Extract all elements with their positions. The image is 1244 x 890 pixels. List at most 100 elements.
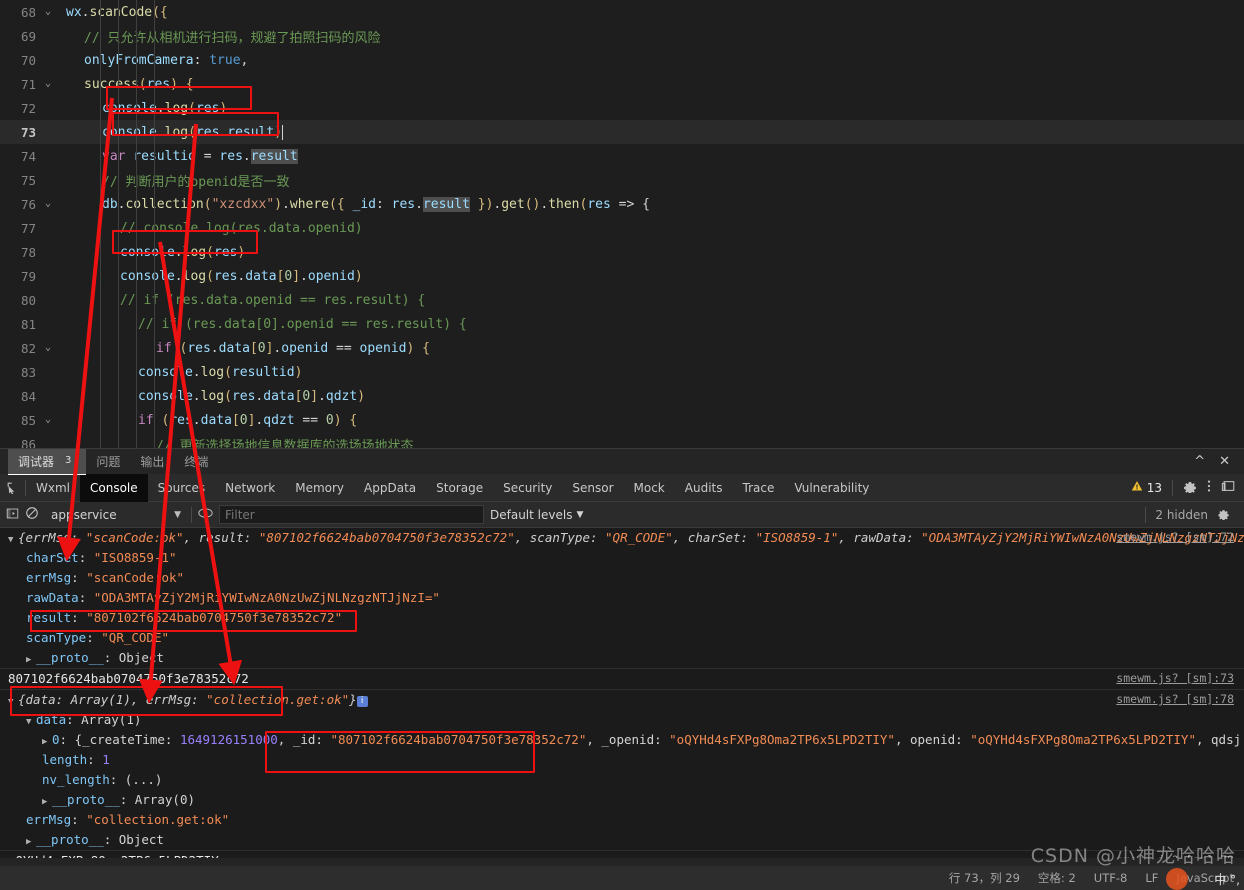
code-line-85[interactable]: 85 ⌄ if (res.data[0].qdzt == 0) { xyxy=(0,408,1244,432)
hidden-count-label: 2 hidden xyxy=(1155,507,1208,522)
devtools-tab-audits[interactable]: Audits xyxy=(675,474,733,502)
disclosure-triangle-icon[interactable]: ▼ xyxy=(8,692,18,712)
token: ) xyxy=(357,388,366,404)
code-line-77[interactable]: 77 // console.log(res.data.openid) xyxy=(0,216,1244,240)
ide-tab-输出[interactable]: 输出 xyxy=(130,449,174,475)
disclosure-triangle-icon[interactable]: ▶ xyxy=(26,832,36,852)
devtools-toolbar-right[interactable]: 13 xyxy=(1131,479,1244,496)
disclosure-triangle-icon[interactable]: ▼ xyxy=(26,712,36,732)
dock-side-icon[interactable] xyxy=(1221,479,1236,496)
filter-divider xyxy=(191,506,192,523)
token: () xyxy=(524,196,541,212)
code-line-73[interactable]: 73 console.log(res.result) xyxy=(0,120,1244,144)
status-position[interactable]: 行 73，列 29 xyxy=(949,870,1020,886)
devtools-tab-console[interactable]: Console xyxy=(80,473,148,502)
console-token: , charSet: xyxy=(672,530,756,545)
console-source-link[interactable]: smewm.js? [sm]:78 xyxy=(1116,692,1234,706)
code-line-72[interactable]: 72 console.log(res) xyxy=(0,96,1244,120)
disclosure-triangle-icon[interactable]: ▶ xyxy=(42,732,52,752)
devtools-tab-security[interactable]: Security xyxy=(493,474,562,502)
clear-console-icon[interactable] xyxy=(25,506,39,523)
console-entry[interactable]: smewm.js? [sm]:78 ▼ {data: Array(1), errMs… xyxy=(0,690,1244,851)
code-line-74[interactable]: 74 var resultid = res.result xyxy=(0,144,1244,168)
disclosure-triangle-icon[interactable]: ▶ xyxy=(26,650,36,670)
code-text: var resultid = res.result xyxy=(56,148,298,164)
fold-chevron-down-icon[interactable]: ⌄ xyxy=(40,343,56,353)
gear-icon[interactable] xyxy=(1183,479,1197,496)
status-bar: 行 73，列 29 空格: 2 UTF-8 LF JavaScript 中 °, xyxy=(0,866,1244,890)
disclosure-triangle-icon[interactable]: ▼ xyxy=(8,530,18,550)
code-line-70[interactable]: 70 onlyFromCamera: true, xyxy=(0,48,1244,72)
token: , xyxy=(240,52,249,68)
warning-count-chip[interactable]: 13 xyxy=(1131,480,1162,495)
console-source-link[interactable]: smewm.js? [sm]:72 xyxy=(1116,530,1234,544)
devtools-tab-storage[interactable]: Storage xyxy=(426,474,493,502)
console-entry[interactable]: smewm.js? [sm]:79 oQYHd4sFXPg8Oma2TP6x5LP… xyxy=(0,851,1244,858)
code-line-79[interactable]: 79 console.log(res.data[0].openid) xyxy=(0,264,1244,288)
fold-chevron-down-icon[interactable]: ⌄ xyxy=(40,199,56,209)
status-eol[interactable]: LF xyxy=(1145,871,1158,885)
disclosure-triangle-icon[interactable]: ▶ xyxy=(42,792,52,812)
devtools-tab-wxml[interactable]: Wxml xyxy=(26,474,80,502)
devtools-tab-appdata[interactable]: AppData xyxy=(354,474,426,502)
token: db xyxy=(102,196,118,212)
inspect-element-icon[interactable] xyxy=(0,481,25,494)
devtools-tab-sources[interactable]: Sources xyxy=(148,474,215,502)
more-options-icon[interactable] xyxy=(1207,479,1211,496)
code-line-78[interactable]: 78 console.log(res) xyxy=(0,240,1244,264)
code-line-82[interactable]: 82 ⌄ if (res.data[0].openid == openid) { xyxy=(0,336,1244,360)
console-token: : (...) xyxy=(109,772,163,787)
console-filter-input[interactable] xyxy=(219,505,484,524)
console-log-levels-select[interactable]: Default levels ▼ xyxy=(490,508,583,522)
ide-tabs-window-controls[interactable]: ^ ✕ xyxy=(1194,454,1244,469)
hidden-divider xyxy=(1145,506,1147,523)
code-line-76[interactable]: 76 ⌄ db.collection("xzcdxx").where({ _id: … xyxy=(0,192,1244,216)
text-cursor xyxy=(282,124,284,140)
console-source-link[interactable]: smewm.js? [sm]:79 xyxy=(1116,853,1234,858)
code-lines[interactable]: 68 ⌄ wx.scanCode({69// 只允许从相机进行扫码，规避了拍照扫码的… xyxy=(0,0,1244,456)
console-context-select[interactable]: appservice ▼ xyxy=(45,505,185,524)
code-text: console.log(res.data[0].qdzt) xyxy=(56,389,365,404)
code-line-80[interactable]: 80 // if (res.data.openid == res.result) … xyxy=(0,288,1244,312)
devtools-tab-sensor[interactable]: Sensor xyxy=(562,474,623,502)
devtools-tab-vulnerability[interactable]: Vulnerability xyxy=(784,474,879,502)
eye-icon[interactable] xyxy=(198,507,213,522)
code-line-71[interactable]: 71 ⌄ success(res) { xyxy=(0,72,1244,96)
ide-tab-strip[interactable]: 调试器 3 问题 输出 终端 ^ ✕ xyxy=(0,448,1244,475)
console-token: : Object xyxy=(103,832,164,847)
code-line-75[interactable]: 75 // 判断用户的openid是否一致 xyxy=(0,168,1244,192)
code-line-69[interactable]: 69 // 只允许从相机进行扫码，规避了拍照扫码的风险 xyxy=(0,24,1244,48)
ide-tab-终端[interactable]: 终端 xyxy=(174,449,218,475)
devtools-tab-network[interactable]: Network xyxy=(215,474,285,502)
ide-tab-问题[interactable]: 问题 xyxy=(86,449,130,475)
console-settings-gear-icon[interactable] xyxy=(1217,507,1230,523)
console-log-area[interactable]: smewm.js? [sm]:72 ▼ {errMsg: "scanCode:ok"… xyxy=(0,528,1244,858)
token: get xyxy=(501,196,525,212)
collapse-panel-icon[interactable]: ^ xyxy=(1194,454,1205,469)
devtools-tab-mock[interactable]: Mock xyxy=(624,474,675,502)
close-panel-icon[interactable]: ✕ xyxy=(1219,454,1230,469)
code-line-84[interactable]: 84 console.log(res.data[0].qdzt) xyxy=(0,384,1244,408)
console-filter-bar[interactable]: appservice ▼ Default levels ▼ 2 hidden xyxy=(0,502,1244,528)
ide-tab-调试器[interactable]: 调试器 3 xyxy=(8,448,87,475)
code-line-68[interactable]: 68 ⌄ wx.scanCode({ xyxy=(0,0,1244,24)
token: : xyxy=(375,196,392,212)
code-editor[interactable]: 68 ⌄ wx.scanCode({69// 只允许从相机进行扫码，规避了拍照扫码的… xyxy=(0,0,1244,454)
fold-chevron-down-icon[interactable]: ⌄ xyxy=(40,7,56,17)
console-log-line: length: 1 xyxy=(0,750,1244,770)
console-entry[interactable]: smewm.js? [sm]:72 ▼ {errMsg: "scanCode:ok"… xyxy=(0,528,1244,669)
console-sidebar-toggle-icon[interactable] xyxy=(6,507,19,523)
status-encoding[interactable]: UTF-8 xyxy=(1094,871,1128,885)
fold-chevron-down-icon[interactable]: ⌄ xyxy=(40,415,56,425)
console-log-line: scanType: "QR_CODE" xyxy=(0,628,1244,648)
code-line-83[interactable]: 83 console.log(resultid) xyxy=(0,360,1244,384)
devtools-tab-bar[interactable]: Wxml Console Sources Network Memory AppData St… xyxy=(0,473,1244,502)
devtools-tab-trace[interactable]: Trace xyxy=(733,474,785,502)
devtools-tab-memory[interactable]: Memory xyxy=(285,474,354,502)
code-line-81[interactable]: 81 // if (res.data[0].openid == res.resul… xyxy=(0,312,1244,336)
console-source-link[interactable]: smewm.js? [sm]:73 xyxy=(1116,671,1234,685)
status-spaces[interactable]: 空格: 2 xyxy=(1038,870,1076,886)
token: log xyxy=(200,364,225,380)
fold-chevron-down-icon[interactable]: ⌄ xyxy=(40,79,56,89)
console-entry[interactable]: smewm.js? [sm]:73 807102f6624bab0704750f3… xyxy=(0,669,1244,690)
